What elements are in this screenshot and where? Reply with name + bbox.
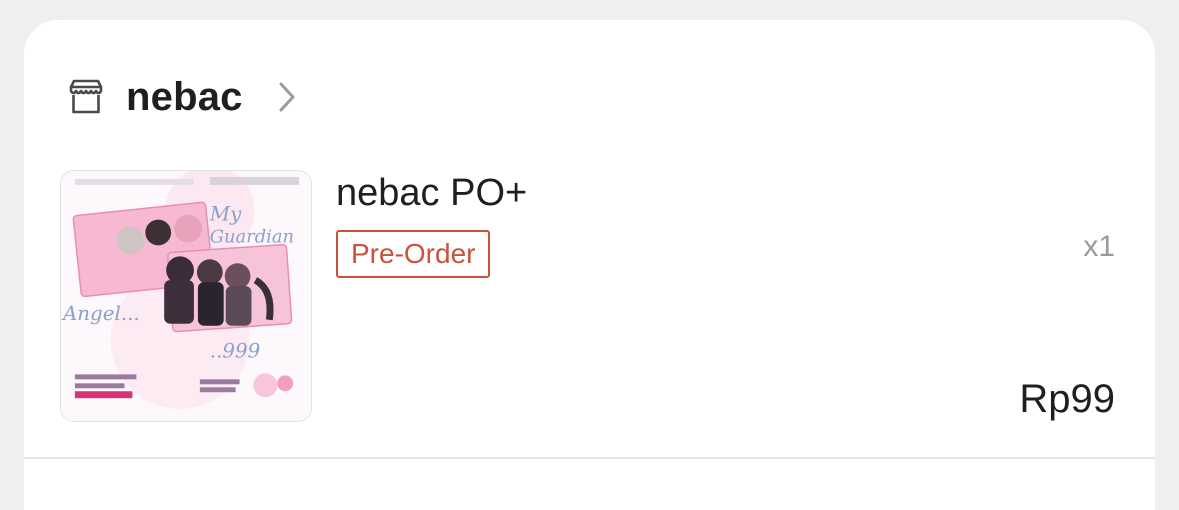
item-price: Rp99 bbox=[1019, 377, 1115, 421]
chevron-right-icon bbox=[279, 82, 295, 112]
product-thumbnail[interactable]: My Guardian Angel... ..999 bbox=[60, 170, 312, 422]
product-title[interactable]: nebac PO+ bbox=[336, 172, 527, 215]
product-image: My Guardian Angel... ..999 bbox=[61, 171, 311, 421]
svg-text:Angel...: Angel... bbox=[61, 302, 140, 325]
store-icon bbox=[69, 79, 103, 114]
order-card: nebac My Guardian Angel... ..999 nebac P… bbox=[24, 20, 1155, 510]
svg-text:Guardian: Guardian bbox=[210, 226, 294, 247]
pre-order-badge: Pre-Order bbox=[336, 230, 491, 278]
divider bbox=[24, 457, 1155, 459]
svg-text:My: My bbox=[209, 203, 242, 226]
svg-text:..999: ..999 bbox=[210, 340, 261, 363]
quantity-label: x1 bbox=[1083, 230, 1115, 263]
shop-name[interactable]: nebac bbox=[126, 75, 243, 120]
shop-header[interactable]: nebac bbox=[66, 72, 299, 122]
